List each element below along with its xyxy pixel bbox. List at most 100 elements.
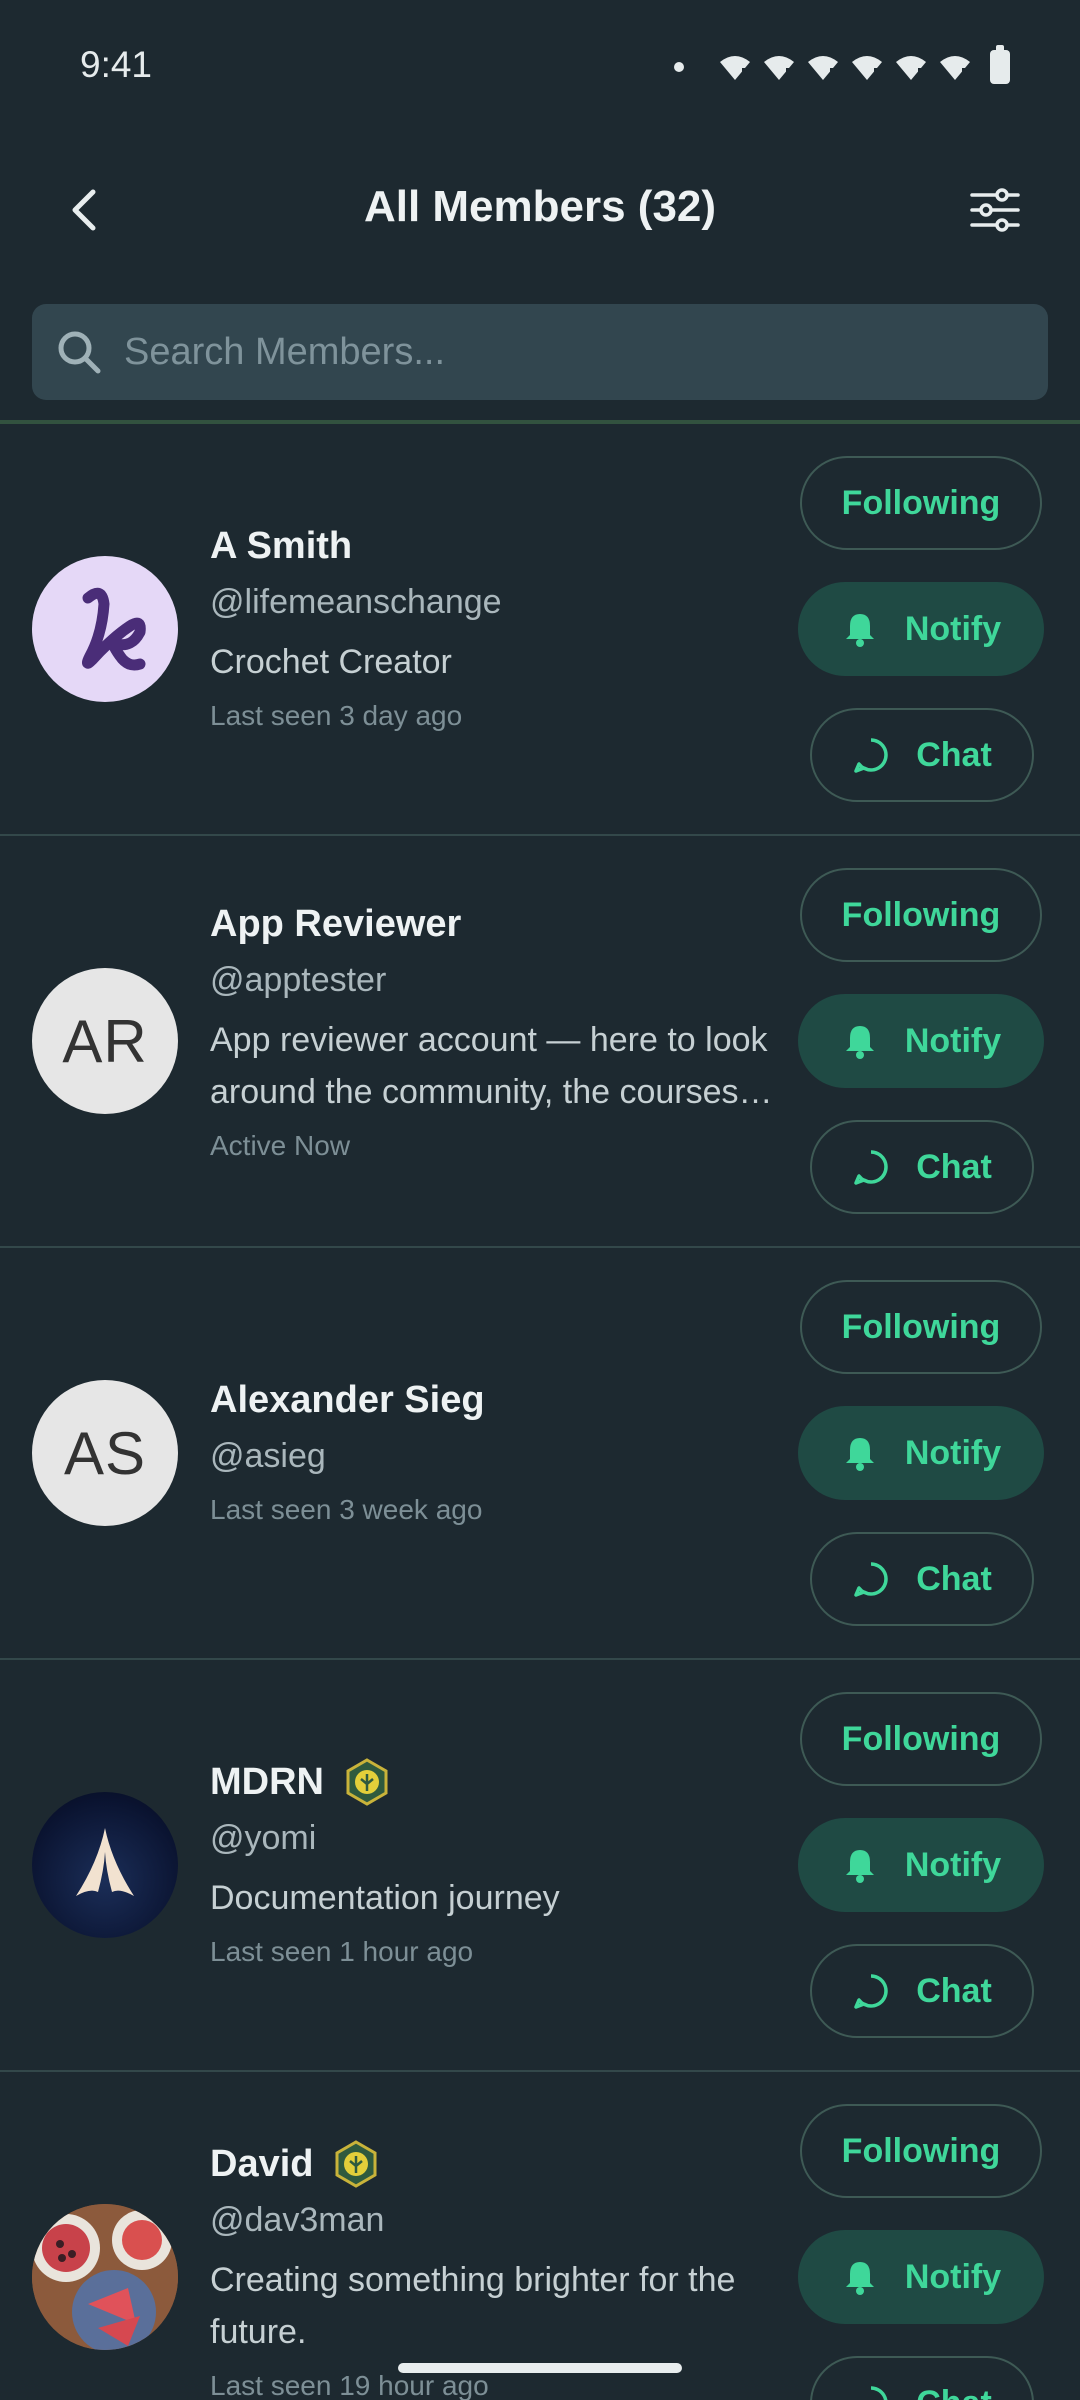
signal-icon: [940, 56, 970, 80]
member-name: App Reviewer: [210, 902, 462, 945]
notify-button[interactable]: Notify: [798, 582, 1044, 676]
status-time: 9:41: [80, 44, 153, 85]
notify-label: Notify: [904, 1845, 1002, 1884]
avatar-initials: AS: [63, 1419, 147, 1487]
following-label: Following: [841, 895, 1001, 934]
member-bio: Documentation journey: [210, 1879, 560, 1917]
following-button[interactable]: Following: [800, 868, 1042, 962]
sliders-icon: [970, 188, 1020, 232]
chat-bubble-icon: [854, 738, 888, 773]
battery-icon: [990, 45, 1010, 84]
bell-icon: [845, 1026, 874, 1059]
avatar[interactable]: [32, 1792, 178, 1938]
following-label: Following: [841, 483, 1001, 522]
member-row[interactable]: AS Alexander Sieg @asieg Last seen 3 wee…: [0, 1248, 1080, 1660]
bell-icon: [845, 2262, 874, 2295]
member-name: Alexander Sieg: [210, 1378, 485, 1421]
following-label: Following: [841, 2131, 1001, 2170]
chat-button[interactable]: Chat: [810, 1944, 1034, 2038]
chat-bubble-icon: [854, 1974, 888, 2009]
search-icon: [58, 331, 101, 374]
chat-label: Chat: [916, 1559, 992, 1598]
chat-button[interactable]: Chat: [810, 1120, 1034, 1214]
page-title: All Members (32): [363, 182, 717, 231]
following-button[interactable]: Following: [800, 1692, 1042, 1786]
member-row[interactable]: MDRN @yomi Documentation journey Last se…: [0, 1660, 1080, 2072]
following-label: Following: [841, 1719, 1001, 1758]
chat-bubble-icon: [871, 2386, 888, 2400]
chat-bubble-icon: [854, 1562, 888, 1597]
signal-icon: [808, 56, 838, 80]
signal-icon: [764, 56, 794, 80]
following-label: Following: [841, 1307, 1001, 1346]
tree-badge-icon: [346, 1758, 388, 1806]
following-button[interactable]: Following: [800, 2104, 1042, 2198]
bell-icon: [845, 1850, 874, 1883]
avatar[interactable]: [32, 556, 178, 702]
signal-icon: [896, 56, 926, 80]
bell-icon: [845, 1438, 874, 1471]
chat-bubble-icon: [854, 1150, 888, 1185]
notify-label: Notify: [904, 1433, 1002, 1472]
member-name: David: [210, 2142, 314, 2185]
member-info: A Smith @lifemeanschange Crochet Creator…: [210, 518, 790, 732]
letter-k-avatar-image: [81, 587, 146, 671]
notify-button[interactable]: Notify: [798, 1818, 1044, 1912]
member-info: Alexander Sieg @asieg Last seen 3 week a…: [210, 1372, 790, 1526]
fruit-photo-image: [32, 2204, 178, 2350]
member-handle: @yomi: [210, 1819, 317, 1857]
members-screen: 9:41 All Members (32) Search Members... …: [0, 0, 1080, 2400]
following-button[interactable]: Following: [800, 456, 1042, 550]
avatar[interactable]: AR: [32, 968, 178, 1114]
member-row[interactable]: AR App Reviewer @apptester App reviewer …: [0, 836, 1080, 1248]
signal-icon: [852, 56, 882, 80]
chat-button[interactable]: Chat: [810, 708, 1034, 802]
member-handle: @asieg: [210, 1437, 326, 1475]
member-info: App Reviewer @apptester App reviewer acc…: [210, 896, 790, 1162]
member-row[interactable]: David @dav3man Creating something bright…: [0, 2072, 1080, 2400]
member-bio: Creating something brighter for the futu…: [210, 2261, 736, 2351]
notify-label: Notify: [904, 609, 1002, 648]
chat-button[interactable]: Chat: [810, 2356, 1034, 2400]
avatar[interactable]: AS: [32, 1380, 178, 1526]
search-bar[interactable]: [32, 304, 1048, 400]
member-bio: App reviewer account — here to look arou…: [210, 1021, 773, 1111]
member-info: David @dav3man Creating something bright…: [210, 2136, 790, 2400]
member-status: Last seen 3 week ago: [210, 1494, 483, 1525]
search-input[interactable]: [124, 330, 1004, 374]
member-status: Active Now: [210, 1130, 351, 1161]
notification-dot-icon: [674, 62, 684, 72]
app-header: All Members (32): [0, 160, 1080, 260]
home-indicator[interactable]: [398, 2363, 682, 2373]
member-status: Last seen 19 hour ago: [210, 2370, 489, 2400]
notify-button[interactable]: Notify: [798, 2230, 1044, 2324]
notify-button[interactable]: Notify: [798, 994, 1044, 1088]
status-bar: 9:41: [0, 0, 1080, 140]
member-name: MDRN: [210, 1760, 324, 1803]
member-name: A Smith: [210, 524, 353, 567]
chat-label: Chat: [916, 2384, 992, 2400]
member-handle: @lifemeanschange: [210, 583, 502, 621]
notify-label: Notify: [904, 2257, 1002, 2296]
member-status: Last seen 3 day ago: [210, 700, 463, 731]
tree-badge-icon: [335, 2140, 377, 2188]
mdrn-logo-image: [76, 1828, 134, 1896]
member-handle: @apptester: [210, 961, 387, 999]
notify-label: Notify: [904, 1021, 1002, 1060]
member-list: A Smith @lifemeanschange Crochet Creator…: [0, 424, 1080, 2400]
status-icons: [674, 45, 1010, 84]
avatar-initials: AR: [62, 1007, 148, 1075]
member-bio: Crochet Creator: [210, 643, 452, 681]
member-status: Last seen 1 hour ago: [210, 1936, 474, 1967]
member-row[interactable]: A Smith @lifemeanschange Crochet Creator…: [0, 424, 1080, 836]
following-button[interactable]: Following: [800, 1280, 1042, 1374]
member-handle: @dav3man: [210, 2201, 385, 2239]
wifi-icon: [720, 56, 750, 80]
chat-label: Chat: [916, 1147, 992, 1186]
notify-button[interactable]: Notify: [798, 1406, 1044, 1500]
chat-label: Chat: [916, 735, 992, 774]
filter-button[interactable]: [960, 180, 1030, 240]
avatar[interactable]: [32, 2204, 178, 2350]
chat-label: Chat: [916, 1971, 992, 2010]
chat-button[interactable]: Chat: [810, 1532, 1034, 1626]
